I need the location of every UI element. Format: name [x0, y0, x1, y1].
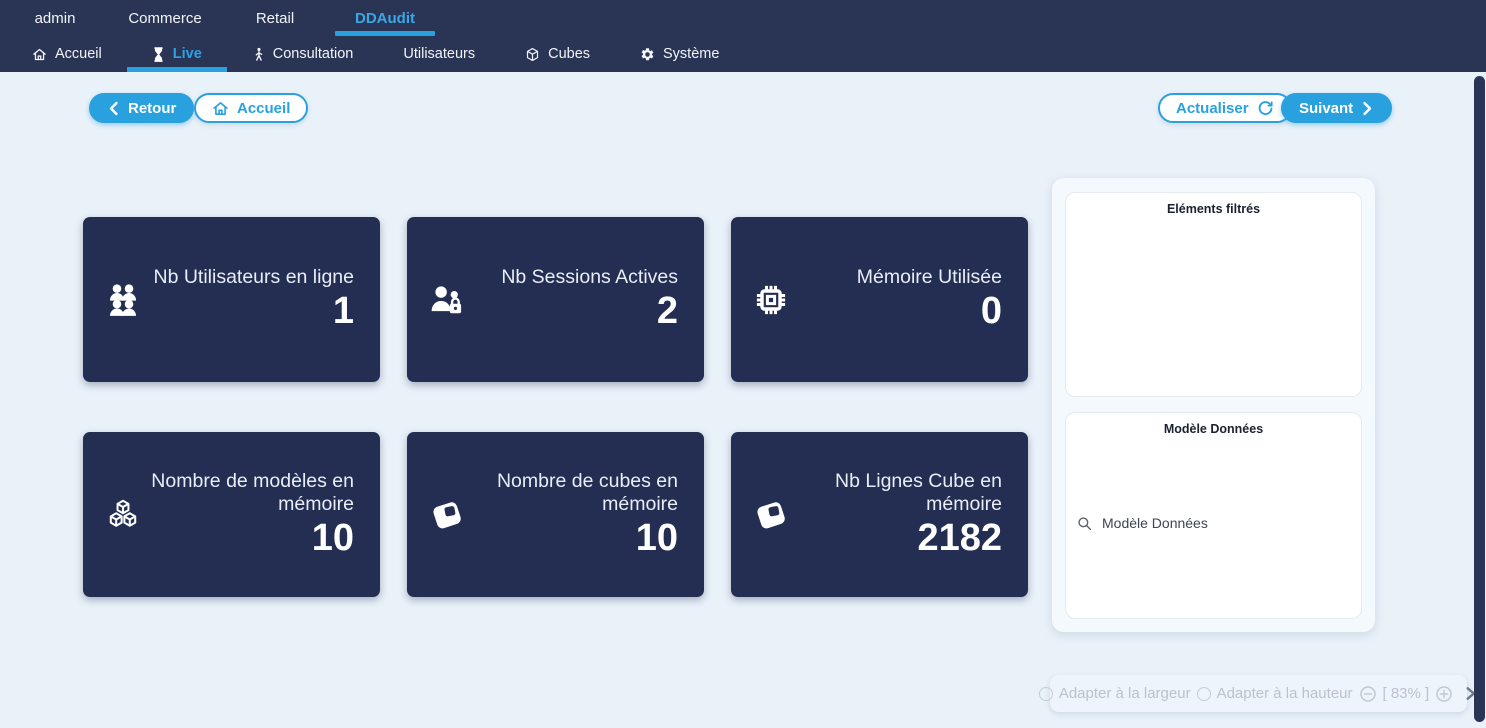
metric-title: Nb Lignes Cube en mémoire — [791, 470, 1002, 516]
fit-width-label: Adapter à la largeur — [1059, 685, 1191, 702]
fit-height-label: Adapter à la hauteur — [1217, 685, 1353, 702]
cube-outline-icon — [525, 47, 540, 62]
nav-item-accueil[interactable]: Accueil — [26, 36, 108, 72]
fit-width-radio[interactable] — [1039, 687, 1053, 701]
metric-title: Nb Utilisateurs en ligne — [153, 266, 354, 289]
vertical-scrollbar-thumb[interactable] — [1474, 76, 1485, 722]
metric-card-cube-rows-in-memory: Nb Lignes Cube en mémoire 2182 — [731, 432, 1028, 597]
fit-height-radio[interactable] — [1197, 687, 1211, 701]
metric-title: Mémoire Utilisée — [857, 266, 1002, 289]
chevron-right-icon — [1361, 101, 1374, 116]
tab-admin[interactable]: admin — [0, 0, 110, 36]
tab-label: Retail — [256, 10, 294, 27]
sub-navbar: Accueil Live Consultation Utilisateurs C… — [0, 36, 1486, 72]
tab-commerce[interactable]: Commerce — [110, 0, 220, 36]
top-navbar: admin Commerce Retail DDAudit — [0, 0, 1486, 36]
nav-item-label: Système — [663, 46, 719, 62]
nav-item-systeme[interactable]: Système — [634, 36, 725, 72]
side-panel: Eléments filtrés Modèle Données Modèle D… — [1052, 178, 1375, 632]
metric-title: Nb Sessions Actives — [501, 266, 678, 289]
tab-label: DDAudit — [355, 10, 415, 27]
back-button[interactable]: Retour — [89, 93, 194, 123]
home-icon — [32, 47, 47, 62]
zoom-level-value: [ 83% ] — [1383, 685, 1430, 702]
metric-title: Nombre de modèles en mémoire — [143, 470, 354, 516]
tab-ddaudit[interactable]: DDAudit — [330, 0, 440, 36]
home-button[interactable]: Accueil — [194, 93, 308, 123]
data-model-item[interactable]: Modèle Données — [1077, 515, 1361, 531]
nav-item-utilisateurs[interactable]: Utilisateurs — [397, 36, 481, 72]
gear-icon — [640, 47, 655, 62]
metric-title: Nombre de cubes en mémoire — [467, 470, 678, 516]
hourglass-icon — [152, 47, 165, 62]
home-button-label: Accueil — [237, 100, 290, 117]
nav-item-label: Utilisateurs — [403, 46, 475, 62]
nav-item-cubes[interactable]: Cubes — [519, 36, 596, 72]
metric-value: 1 — [153, 289, 354, 333]
user-lock-icon — [427, 281, 467, 319]
active-subtab-indicator — [127, 67, 227, 72]
tab-label: Commerce — [128, 10, 201, 27]
metric-value: 2 — [501, 289, 678, 333]
metric-value: 2182 — [791, 516, 1002, 560]
metric-card-memory-used: Mémoire Utilisée 0 — [731, 217, 1028, 382]
search-icon — [1077, 516, 1092, 531]
nav-item-label: Live — [173, 46, 202, 62]
chevron-left-icon — [107, 101, 120, 116]
home-icon — [212, 100, 229, 117]
metric-card-users-online: Nb Utilisateurs en ligne 1 — [83, 217, 380, 382]
tab-retail[interactable]: Retail — [220, 0, 330, 36]
refresh-icon — [1257, 100, 1274, 117]
tab-label: admin — [35, 10, 76, 27]
next-button-label: Suivant — [1299, 100, 1353, 117]
refresh-button[interactable]: Actualiser — [1158, 93, 1292, 123]
app-window: admin Commerce Retail DDAudit Accueil Li… — [0, 0, 1486, 728]
nav-item-live[interactable]: Live — [146, 36, 208, 72]
refresh-button-label: Actualiser — [1176, 100, 1249, 117]
metric-card-active-sessions: Nb Sessions Actives 2 — [407, 217, 704, 382]
consultation-icon — [252, 47, 265, 62]
metric-value: 0 — [857, 289, 1002, 333]
metric-card-models-in-memory: Nombre de modèles en mémoire 10 — [83, 432, 380, 597]
data-model-title: Modèle Données — [1066, 413, 1361, 436]
users-icon — [103, 281, 143, 319]
nav-item-label: Cubes — [548, 46, 590, 62]
metric-value: 10 — [143, 516, 354, 560]
filtered-elements-card: Eléments filtrés — [1065, 192, 1362, 397]
filtered-elements-title: Eléments filtrés — [1066, 193, 1361, 216]
nav-item-consultation[interactable]: Consultation — [246, 36, 360, 72]
zoom-out-icon[interactable] — [1359, 685, 1377, 703]
nav-item-label: Accueil — [55, 46, 102, 62]
cpu-chip-icon — [751, 282, 791, 318]
back-button-label: Retour — [128, 100, 176, 117]
zoom-in-icon[interactable] — [1435, 685, 1453, 703]
data-model-card: Modèle Données Modèle Données — [1065, 412, 1362, 619]
zoom-toolbar: Adapter à la largeur Adapter à la hauteu… — [1050, 675, 1467, 712]
data-model-item-label: Modèle Données — [1102, 515, 1208, 531]
nav-item-label: Consultation — [273, 46, 354, 62]
cube-3d-icon — [751, 496, 791, 534]
next-button[interactable]: Suivant — [1281, 93, 1392, 123]
cube-3d-icon — [427, 496, 467, 534]
metric-card-cubes-in-memory: Nombre de cubes en mémoire 10 — [407, 432, 704, 597]
metric-cards-grid: Nb Utilisateurs en ligne 1 Nb Sessions A… — [83, 217, 1028, 597]
cubes-stack-icon — [103, 496, 143, 534]
metric-value: 10 — [467, 516, 678, 560]
